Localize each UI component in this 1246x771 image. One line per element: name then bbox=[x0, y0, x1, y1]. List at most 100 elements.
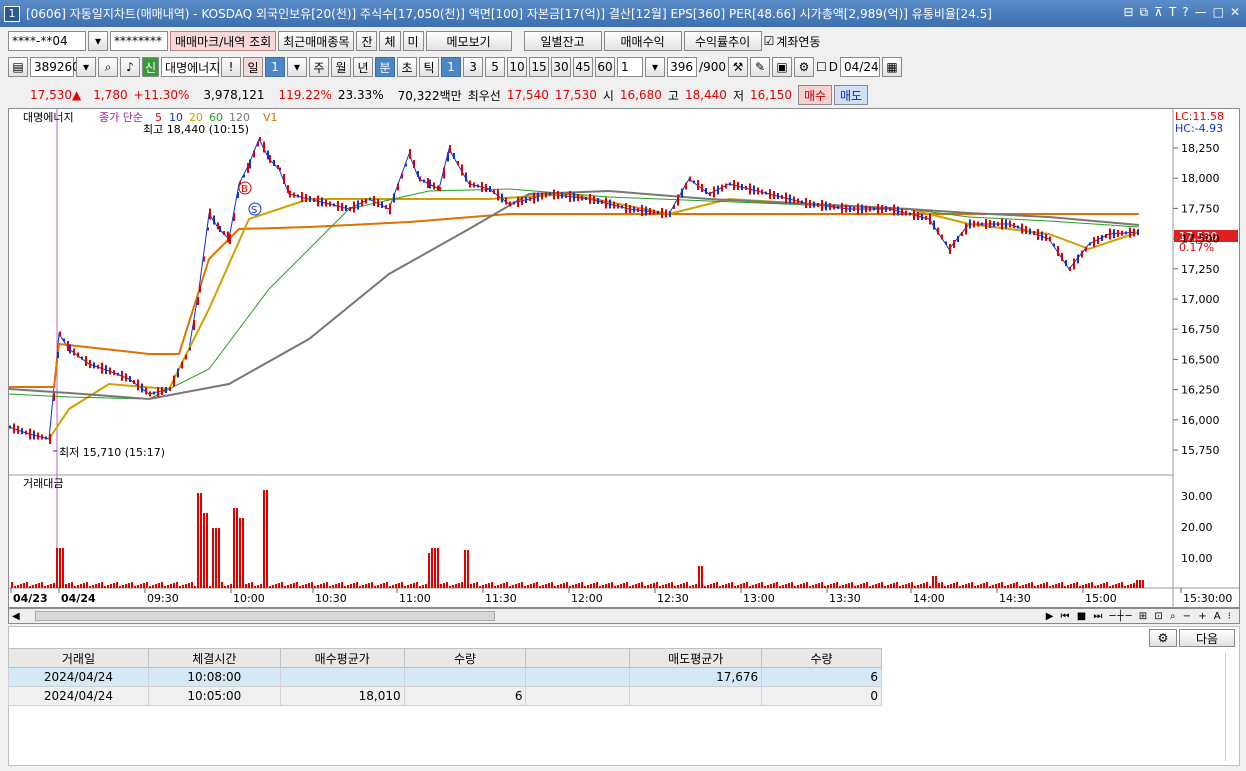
trade-profit-button[interactable]: 매매수익 bbox=[603, 31, 682, 51]
interval-5[interactable]: 5 bbox=[485, 57, 506, 77]
volume-bar bbox=[1109, 586, 1111, 588]
period-month[interactable]: 월 bbox=[331, 57, 352, 77]
help-icon[interactable]: ? bbox=[1182, 5, 1188, 20]
interval-input[interactable]: 1 bbox=[617, 57, 644, 77]
volume-bar bbox=[212, 528, 214, 588]
memo-button[interactable]: 메모보기 bbox=[425, 31, 512, 51]
candle bbox=[713, 186, 715, 198]
candle bbox=[933, 220, 935, 230]
volume-bar bbox=[932, 576, 934, 588]
volume-bar bbox=[452, 585, 454, 588]
candle bbox=[861, 204, 863, 214]
settings-icon[interactable]: ⚙ bbox=[794, 57, 814, 77]
period-week[interactable]: 주 bbox=[309, 57, 330, 77]
period-dropdown-icon[interactable]: ▾ bbox=[287, 57, 308, 77]
volume-bar bbox=[992, 585, 994, 588]
draw-tool-icon[interactable]: ✎ bbox=[750, 57, 770, 77]
interval-3[interactable]: 3 bbox=[463, 57, 484, 77]
scroll-thumb[interactable] bbox=[34, 611, 495, 621]
sound-icon[interactable]: ♪ bbox=[120, 57, 140, 77]
font-icon[interactable]: T bbox=[1169, 5, 1176, 20]
period-day-count[interactable]: 1 bbox=[265, 57, 286, 77]
volume-bar bbox=[311, 582, 313, 588]
panel-settings-icon[interactable]: ⚙ bbox=[1149, 629, 1177, 647]
recent-trades-button[interactable]: 최근매매종목 bbox=[278, 31, 355, 51]
stock-code-input[interactable]: 389260 bbox=[30, 57, 80, 77]
period-day[interactable]: 일 bbox=[243, 57, 264, 77]
interval-1[interactable]: 1 bbox=[441, 57, 462, 77]
candle bbox=[277, 165, 279, 169]
candle bbox=[293, 192, 295, 198]
account-link-checkbox[interactable]: ☑ bbox=[764, 34, 775, 48]
volume-percent: 119.22% bbox=[278, 88, 332, 102]
date-checkbox[interactable]: ☐ bbox=[816, 60, 827, 74]
next-button[interactable]: 다음 bbox=[1179, 629, 1235, 647]
pin-icon[interactable]: ⊼ bbox=[1154, 5, 1163, 20]
candle bbox=[385, 205, 387, 209]
sell-button[interactable]: 매도 bbox=[833, 85, 868, 105]
volume-bar bbox=[404, 586, 406, 588]
volume-bar bbox=[476, 582, 478, 588]
volume-bar bbox=[62, 548, 64, 588]
interval-dropdown-icon[interactable]: ▾ bbox=[645, 57, 666, 77]
panel-scrollbar[interactable] bbox=[1225, 653, 1235, 761]
password-input[interactable]: ******** bbox=[110, 31, 168, 51]
bar-count-input[interactable]: 396 bbox=[667, 57, 698, 77]
candle bbox=[145, 387, 147, 395]
scroll-left-icon[interactable]: ◀ bbox=[9, 611, 23, 622]
buy-button[interactable]: 매수 bbox=[797, 85, 832, 105]
chart-scrollbar[interactable]: ◀ ▶ ⏮ ■ ⏭ ─┼─ ⊞ ⊡ ⌕ − + A ⁝ bbox=[8, 608, 1240, 624]
chart-menu-icon[interactable]: ▤ bbox=[8, 57, 28, 77]
volume-bar bbox=[677, 585, 679, 588]
period-year[interactable]: 년 bbox=[353, 57, 374, 77]
table-row[interactable]: 2024/04/24 10:05:00 18,010 6 0 bbox=[8, 686, 882, 706]
minimize-icon[interactable]: — bbox=[1195, 5, 1207, 20]
return-trend-button[interactable]: 수익률추이 bbox=[683, 31, 762, 51]
volume-bar bbox=[689, 586, 691, 588]
period-minute[interactable]: 분 bbox=[375, 57, 396, 77]
volume-bar bbox=[692, 585, 694, 588]
tab-balance[interactable]: 잔 bbox=[356, 31, 378, 51]
copy-icon[interactable]: ⧉ bbox=[1140, 5, 1149, 20]
indicator-icon[interactable]: ⚒ bbox=[728, 57, 748, 77]
price-tick-label: 17,500 bbox=[1181, 233, 1220, 246]
volume-bar bbox=[53, 583, 55, 588]
chart-nav-icons[interactable]: ▶ ⏮ ■ ⏭ ─┼─ ⊞ ⊡ ⌕ − + A ⁝ bbox=[1046, 611, 1239, 622]
volume-bar bbox=[575, 584, 577, 588]
tab-filled[interactable]: 체 bbox=[379, 31, 401, 51]
layout-icon[interactable]: ⊟ bbox=[1123, 5, 1133, 20]
volume-bar bbox=[851, 582, 853, 588]
daily-balance-button[interactable]: 일별잔고 bbox=[523, 31, 602, 51]
save-icon[interactable]: ▣ bbox=[772, 57, 792, 77]
volume-bar bbox=[422, 585, 424, 588]
candle bbox=[1021, 223, 1023, 234]
table-row[interactable]: 2024/04/24 10:08:00 17,676 6 bbox=[8, 667, 882, 687]
close-icon[interactable]: ✕ bbox=[1230, 5, 1240, 20]
period-tick[interactable]: 틱 bbox=[419, 57, 440, 77]
trade-mark-button[interactable]: 매매마크/내역 조회 bbox=[170, 31, 277, 51]
alert-icon[interactable]: ! bbox=[221, 57, 242, 77]
date-input[interactable]: 04/24 bbox=[840, 57, 881, 77]
interval-15[interactable]: 15 bbox=[529, 57, 550, 77]
code-dropdown-icon[interactable]: ▾ bbox=[76, 57, 96, 77]
period-second[interactable]: 초 bbox=[397, 57, 418, 77]
high-price: 18,440 bbox=[684, 88, 727, 102]
tab-unfilled[interactable]: 미 bbox=[402, 31, 424, 51]
calendar-icon[interactable]: ▦ bbox=[882, 57, 903, 77]
interval-45[interactable]: 45 bbox=[573, 57, 594, 77]
account-input[interactable]: ****-**04 bbox=[8, 31, 86, 51]
time-tick-label: 13:00 bbox=[743, 592, 775, 605]
col-sell-avg: 매도평균가 bbox=[629, 648, 763, 668]
interval-60[interactable]: 60 bbox=[595, 57, 616, 77]
search-icon[interactable]: ⌕ bbox=[98, 57, 118, 77]
account-dropdown-icon[interactable]: ▾ bbox=[88, 31, 108, 51]
price-chart[interactable]: 대명에너지 종가 단순 5 10 20 60 120 V1 최고 18,440 … bbox=[8, 108, 1240, 608]
volume-bar bbox=[1040, 584, 1042, 588]
maximize-icon[interactable]: □ bbox=[1213, 5, 1224, 20]
cell-date: 2024/04/24 bbox=[8, 686, 149, 706]
candle bbox=[153, 391, 155, 395]
interval-10[interactable]: 10 bbox=[507, 57, 528, 77]
interval-30[interactable]: 30 bbox=[551, 57, 572, 77]
volume-bar bbox=[482, 585, 484, 588]
volume-bar bbox=[956, 582, 958, 588]
